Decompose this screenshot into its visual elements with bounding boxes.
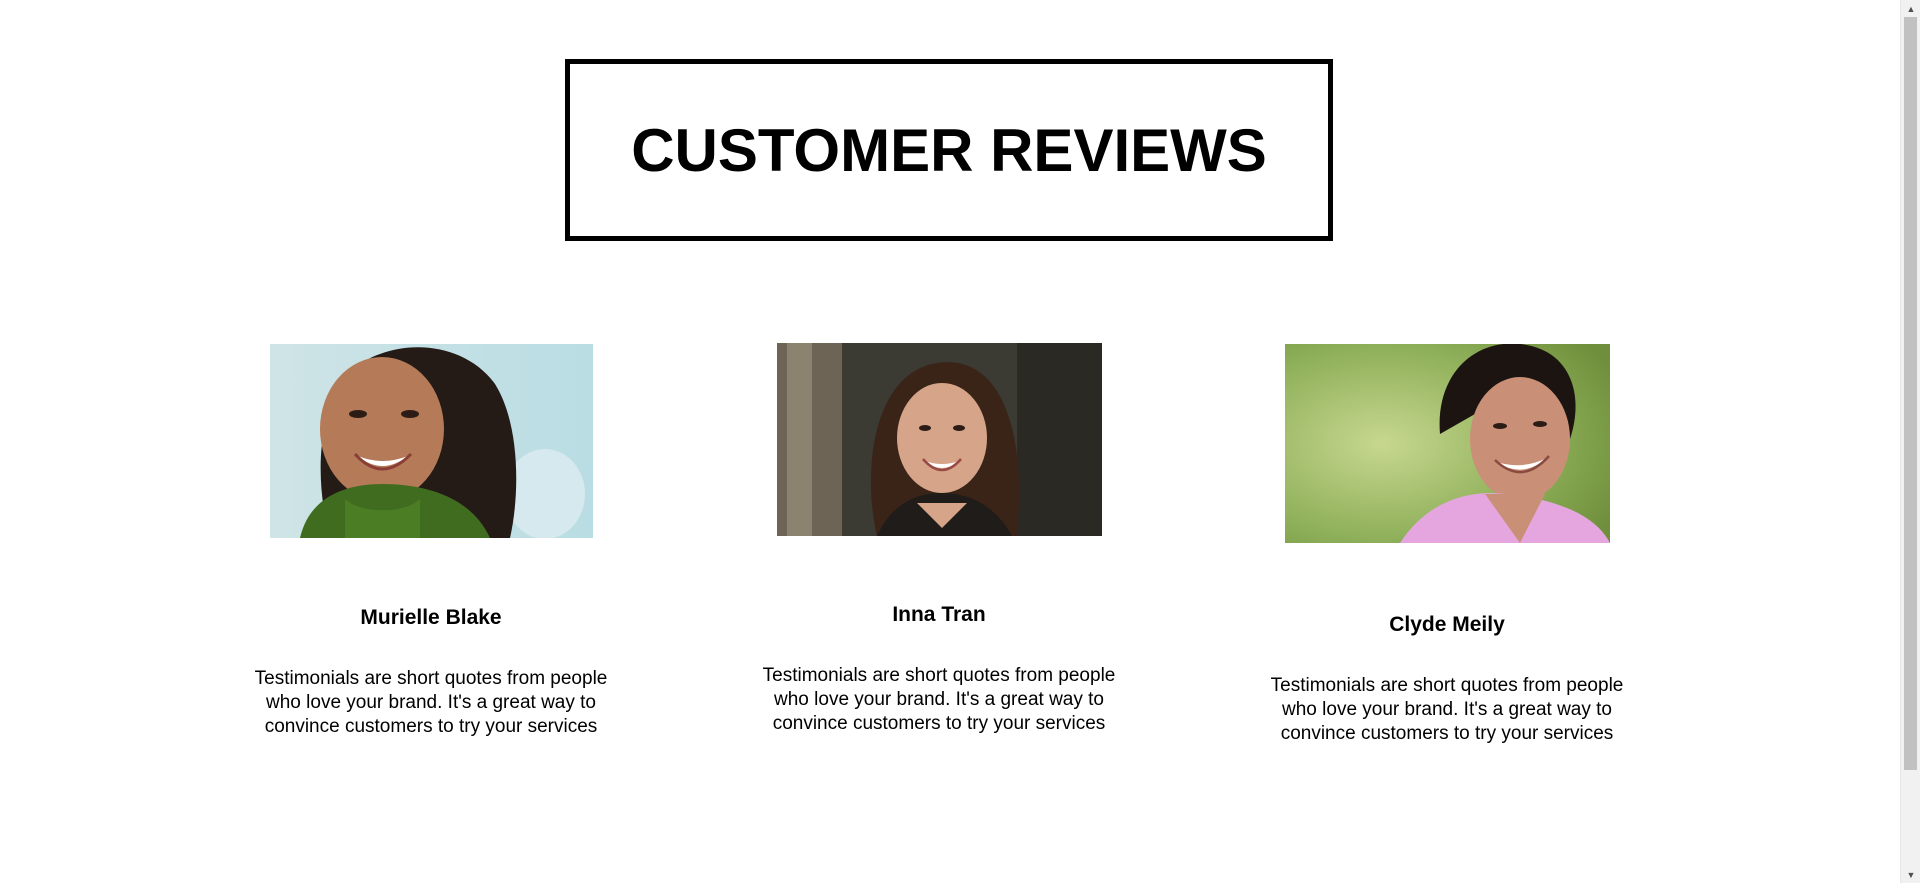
page: CUSTOMER REVIEWS Murielle Blake Testimon… [0, 0, 1920, 883]
scroll-up-arrow-icon[interactable]: ▲ [1901, 0, 1920, 17]
review-quote: Testimonials are short quotes from peopl… [254, 668, 608, 737]
scrollbar-thumb[interactable] [1904, 17, 1917, 770]
reviewer-photo [270, 344, 593, 538]
review-card: Clyde Meily Testimonials are short quote… [1242, 0, 1652, 883]
reviewer-photo [1285, 344, 1610, 543]
reviewer-name: Murielle Blake [360, 606, 502, 629]
scroll-down-arrow-icon[interactable]: ▼ [1901, 866, 1920, 883]
vertical-scrollbar[interactable]: ▲ ▼ [1900, 0, 1920, 883]
review-quote: Testimonials are short quotes from peopl… [1270, 675, 1624, 744]
review-quote: Testimonials are short quotes from peopl… [762, 665, 1116, 734]
reviewer-photo [777, 343, 1102, 536]
reviewer-name: Clyde Meily [1389, 613, 1505, 636]
review-card: Inna Tran Testimonials are short quotes … [734, 0, 1144, 883]
review-card: Murielle Blake Testimonials are short qu… [226, 0, 636, 883]
reviewer-name: Inna Tran [892, 603, 986, 626]
